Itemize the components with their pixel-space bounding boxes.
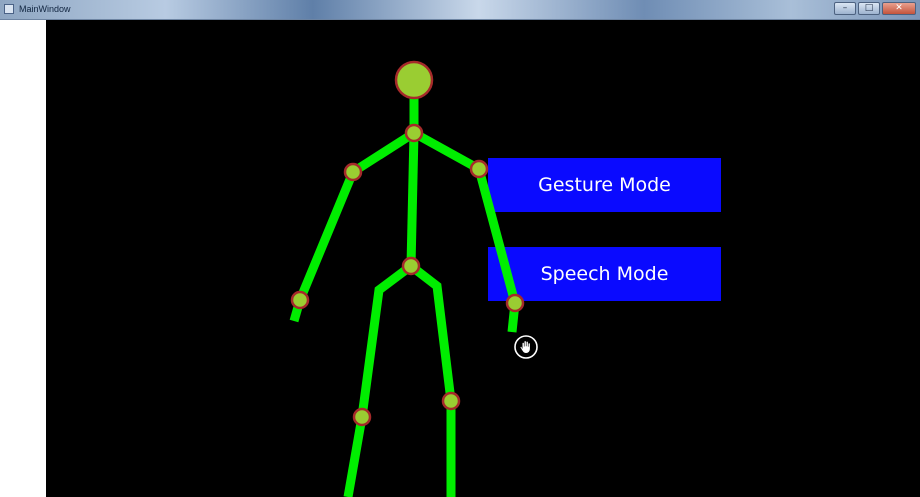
hand-cursor-icon (514, 335, 538, 359)
bone-spine (406, 132, 419, 267)
title-bar[interactable]: MainWindow – □ ✕ (0, 0, 920, 20)
minimize-icon: – (842, 3, 848, 13)
bone-hip-right (408, 262, 456, 402)
maximize-icon: □ (864, 3, 874, 13)
skeleton-canvas: Gesture Mode Speech Mode (46, 20, 920, 497)
joint-knee-right (441, 391, 461, 411)
joint-hand-left (290, 290, 310, 310)
window-left-margin (0, 20, 46, 497)
joint-shoulder-left (343, 162, 363, 182)
skeleton-figure (289, 60, 525, 497)
bone-upper-arm-left (295, 170, 358, 302)
joint-neck (404, 123, 424, 143)
joint-head (394, 60, 434, 100)
minimize-button[interactable]: – (834, 2, 856, 15)
bone-hip-left (357, 262, 414, 418)
bone-shin-left (343, 416, 367, 497)
bone-upper-arm-right (474, 167, 520, 305)
close-icon: ✕ (895, 3, 903, 13)
joint-knee-left (352, 407, 372, 427)
window-title: MainWindow (19, 4, 71, 14)
close-button[interactable]: ✕ (882, 2, 916, 15)
skeleton-bones (289, 80, 520, 497)
bone-shoulder-left (350, 129, 417, 176)
window-app-icon[interactable] (4, 4, 14, 14)
bone-shoulder-right (411, 129, 482, 173)
window-controls: – □ ✕ (834, 2, 916, 16)
joint-hip-center (401, 256, 421, 276)
joint-shoulder-right (469, 159, 489, 179)
main-window: MainWindow – □ ✕ Gesture Mode Speech Mod… (0, 0, 920, 497)
joint-hand-right (505, 293, 525, 313)
maximize-button[interactable]: □ (858, 2, 880, 15)
